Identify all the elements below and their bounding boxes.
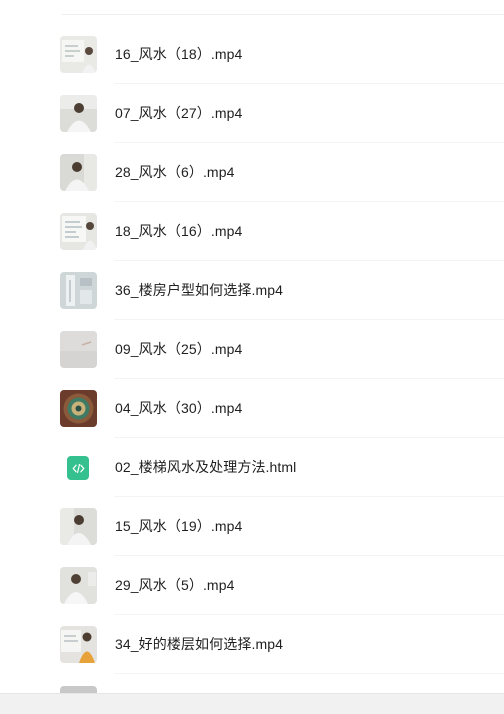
file-name: 15_风水（19）.mp4 bbox=[115, 518, 243, 534]
file-list: 16_风水（18）.mp4 07_风水（27）.mp4 28_风水（6）.mp4… bbox=[0, 25, 504, 674]
file-name: 28_风水（6）.mp4 bbox=[115, 164, 235, 180]
file-browser: 16_风水（18）.mp4 07_风水（27）.mp4 28_风水（6）.mp4… bbox=[0, 0, 504, 714]
file-row[interactable]: 28_风水（6）.mp4 bbox=[0, 143, 504, 202]
file-name: 02_楼梯风水及处理方法.html bbox=[115, 459, 297, 475]
file-row[interactable]: 34_好的楼层如何选择.mp4 bbox=[0, 615, 504, 674]
video-thumbnail bbox=[60, 626, 97, 663]
file-row[interactable]: 18_风水（16）.mp4 bbox=[0, 202, 504, 261]
file-row[interactable]: 36_楼房户型如何选择.mp4 bbox=[0, 261, 504, 320]
file-name: 09_风水（25）.mp4 bbox=[115, 341, 243, 357]
video-thumbnail bbox=[60, 95, 97, 132]
file-name: 18_风水（16）.mp4 bbox=[115, 223, 243, 239]
divider bbox=[62, 14, 504, 15]
video-thumbnail bbox=[60, 36, 97, 73]
video-thumbnail bbox=[60, 331, 97, 368]
video-thumbnail bbox=[60, 213, 97, 250]
video-thumbnail bbox=[60, 508, 97, 545]
file-name: 29_风水（5）.mp4 bbox=[115, 577, 235, 593]
file-row[interactable]: 29_风水（5）.mp4 bbox=[0, 556, 504, 615]
file-row[interactable]: 02_楼梯风水及处理方法.html bbox=[0, 438, 504, 497]
file-row[interactable]: 04_风水（30）.mp4 bbox=[0, 379, 504, 438]
file-name: 07_风水（27）.mp4 bbox=[115, 105, 243, 121]
video-thumbnail bbox=[60, 154, 97, 191]
file-row[interactable]: 09_风水（25）.mp4 bbox=[0, 320, 504, 379]
file-row[interactable]: 07_风水（27）.mp4 bbox=[0, 84, 504, 143]
bottom-bar bbox=[0, 693, 504, 714]
file-name: 04_风水（30）.mp4 bbox=[115, 400, 243, 416]
video-thumbnail bbox=[60, 390, 97, 427]
html-file-icon bbox=[67, 456, 89, 480]
file-name: 34_好的楼层如何选择.mp4 bbox=[115, 636, 283, 652]
file-row[interactable]: 15_风水（19）.mp4 bbox=[0, 497, 504, 556]
video-thumbnail bbox=[60, 272, 97, 309]
file-name: 16_风水（18）.mp4 bbox=[115, 46, 243, 62]
file-row[interactable]: 16_风水（18）.mp4 bbox=[0, 25, 504, 84]
file-name: 36_楼房户型如何选择.mp4 bbox=[115, 282, 283, 298]
video-thumbnail bbox=[60, 567, 97, 604]
